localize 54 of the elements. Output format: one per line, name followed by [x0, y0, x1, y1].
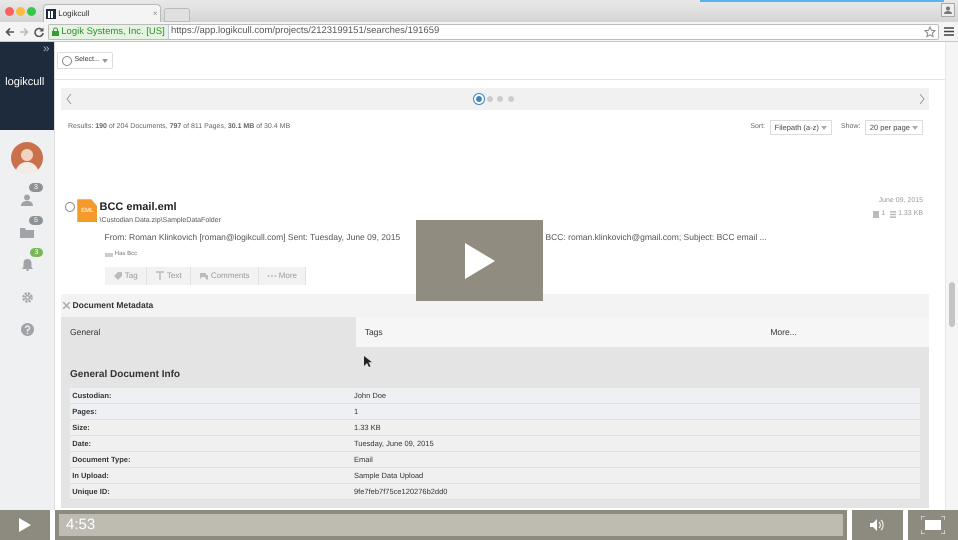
people-icon[interactable]	[20, 194, 34, 206]
carousel-dot[interactable]	[486, 96, 493, 102]
select-all-checkbox[interactable]	[62, 56, 72, 66]
play-button[interactable]	[0, 510, 50, 540]
browser-tab[interactable]: Logikcull ×	[42, 4, 161, 22]
forward-icon[interactable]	[19, 26, 29, 36]
comments-icon	[198, 271, 209, 281]
back-icon[interactable]	[4, 26, 14, 36]
play-button[interactable]	[416, 220, 543, 301]
carousel-dot[interactable]	[476, 96, 482, 102]
metadata-tab[interactable]: General	[61, 317, 356, 347]
close-window-icon[interactable]	[4, 7, 14, 16]
next-icon[interactable]	[918, 94, 924, 104]
help-icon[interactable]	[20, 323, 34, 336]
text-icon	[154, 271, 165, 281]
page-icon	[873, 210, 880, 218]
video-time: 4:53	[66, 516, 96, 533]
fullscreen-icon	[921, 516, 945, 534]
caret-icon	[912, 126, 918, 130]
volume-button[interactable]	[852, 510, 903, 540]
section-heading: General Document Info	[70, 368, 182, 382]
document-title[interactable]: BCC email.eml	[100, 199, 874, 216]
document-checkbox[interactable]	[65, 202, 75, 212]
email-snippet: BCC: roman.klinkovich@gmail.com; Subject: BCC email ...	[546, 231, 767, 244]
scrollbar-thumb[interactable]	[949, 282, 955, 327]
new-tab-button[interactable]	[164, 8, 190, 22]
expand-sidebar-button[interactable]: »	[42, 42, 50, 54]
metadata-tab[interactable]: Tags	[356, 317, 638, 347]
user-avatar[interactable]	[11, 142, 43, 174]
close-icon[interactable]	[63, 302, 70, 309]
maximize-window-icon[interactable]	[27, 7, 36, 16]
caret-icon	[102, 58, 108, 62]
carousel-dot[interactable]	[508, 96, 514, 102]
metadata-tab[interactable]: More...	[638, 317, 929, 347]
mouse-cursor	[364, 356, 372, 367]
folder-icon[interactable]	[20, 226, 34, 238]
settings-icon[interactable]	[20, 290, 34, 304]
logo: logikcull	[5, 75, 44, 90]
volume-icon	[870, 519, 886, 531]
minimize-window-icon[interactable]	[16, 7, 25, 16]
previous-icon[interactable]	[66, 94, 72, 104]
bell-icon[interactable]	[20, 258, 34, 272]
play-icon	[464, 242, 494, 278]
profile-icon[interactable]	[941, 3, 955, 17]
panel-title: Document Metadata	[72, 299, 154, 312]
carousel-dot[interactable]	[497, 96, 504, 102]
fullscreen-button[interactable]	[908, 510, 958, 540]
reload-icon[interactable]	[34, 26, 44, 36]
database-icon	[890, 210, 896, 218]
site-logo-icon	[46, 8, 56, 18]
menu-icon[interactable]	[944, 27, 954, 36]
play-icon	[19, 518, 31, 532]
caret-icon	[820, 126, 827, 130]
email-snippet: From: Roman Klinkovich [roman@logikcull.com] Sent: Tuesday, June 09, 2015	[104, 232, 400, 242]
